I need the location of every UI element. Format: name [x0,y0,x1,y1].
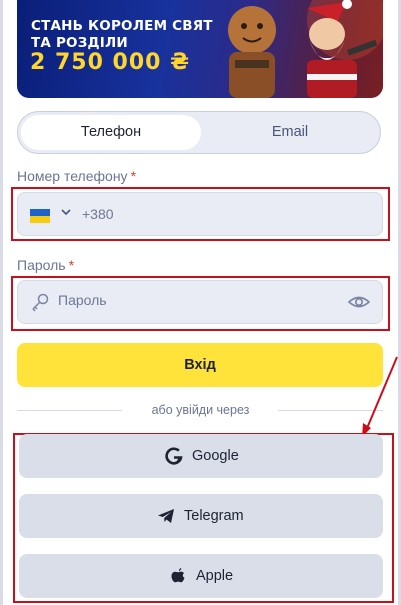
ukraine-flag-icon[interactable] [30,209,50,223]
tab-phone[interactable]: Телефон [21,115,201,150]
banner-prize-amount: 2 750 000 ₴ [30,50,191,75]
login-button[interactable]: Вхід [17,343,383,387]
banner-headline-line1: СТАНЬ КОРОЛЕМ СВЯТ [31,18,213,34]
phone-country-prefix: +380 [82,206,114,222]
required-asterisk: * [68,257,75,273]
banner-characters-illustration [228,0,383,98]
promo-banner[interactable]: СТАНЬ КОРОЛЕМ СВЯТ ТА РОЗДІЛИ 2 750 000 … [17,0,383,98]
telegram-button-label: Telegram [184,508,244,524]
tab-email[interactable]: Email [204,115,376,150]
password-input-field[interactable] [17,280,383,324]
red-arrow-annotation [362,356,398,437]
left-scroll-edge [0,0,3,605]
password-label-text: Пароль [17,257,66,273]
social-login-divider-text: або увійди через [151,403,250,417]
password-input[interactable] [58,292,338,308]
password-field-label: Пароль * [17,257,74,273]
eye-icon[interactable] [348,293,370,311]
telegram-icon [158,509,174,523]
chevron-down-icon[interactable] [60,206,72,218]
apple-button-label: Apple [196,568,234,584]
google-icon [165,447,183,465]
login-method-tabs: Телефон Email [17,111,381,154]
apple-login-button[interactable]: Apple [19,554,383,598]
phone-field-label: Номер телефону * [17,168,136,184]
google-button-label: Google [192,448,239,464]
google-login-button[interactable]: Google [19,434,383,478]
telegram-login-button[interactable]: Telegram [19,494,383,538]
phone-input-field[interactable]: +380 [17,192,383,236]
required-asterisk: * [130,168,137,184]
banner-headline-line2: ТА РОЗДІЛИ [31,35,128,51]
phone-label-text: Номер телефону [17,168,128,184]
key-icon [32,293,49,312]
apple-icon [171,568,185,583]
